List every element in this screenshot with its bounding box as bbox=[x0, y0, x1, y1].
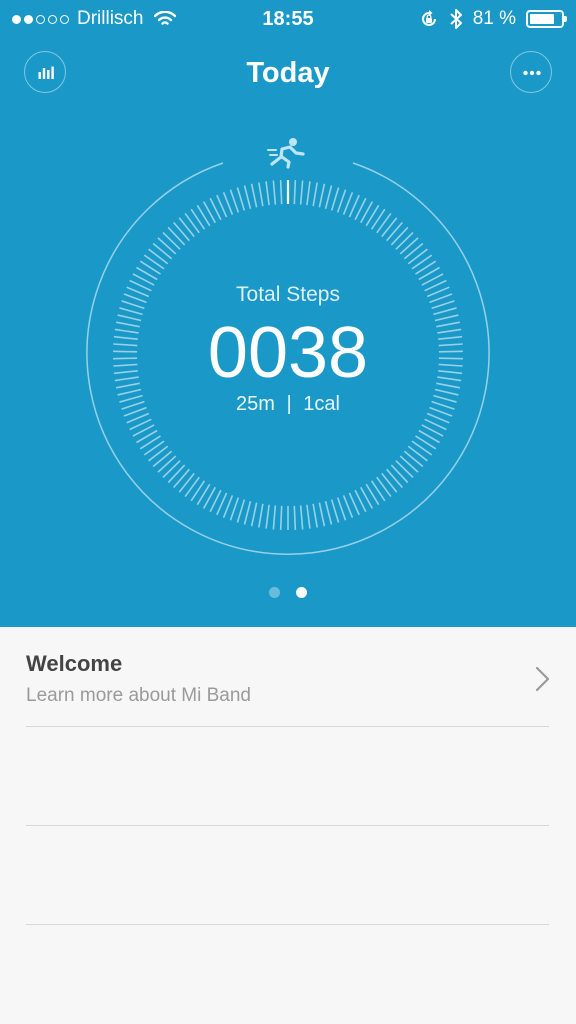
progress-tick bbox=[395, 460, 414, 479]
welcome-card[interactable]: Welcome Learn more about Mi Band bbox=[0, 627, 576, 727]
list-divider bbox=[26, 924, 549, 925]
progress-tick bbox=[318, 183, 326, 208]
progress-tick bbox=[299, 180, 304, 205]
card-title: Welcome bbox=[26, 651, 123, 676]
progress-tick bbox=[395, 231, 414, 250]
page-dot[interactable] bbox=[269, 587, 280, 598]
progress-tick bbox=[236, 499, 246, 523]
progress-tick bbox=[184, 476, 200, 498]
total-steps-label: Total Steps bbox=[236, 283, 340, 306]
page-dot[interactable] bbox=[296, 587, 307, 598]
progress-tick bbox=[399, 237, 419, 255]
progress-tick bbox=[250, 502, 258, 527]
progress-tick bbox=[279, 180, 283, 205]
progress-tick bbox=[152, 242, 173, 260]
progress-tick bbox=[272, 505, 277, 530]
progress-tick bbox=[265, 181, 270, 206]
progress-tick bbox=[229, 497, 240, 521]
progress-tick bbox=[173, 468, 190, 488]
list-divider bbox=[26, 825, 549, 826]
progress-tick bbox=[390, 226, 409, 246]
progress-tick bbox=[222, 191, 234, 215]
progress-tick bbox=[376, 212, 392, 234]
progress-tick bbox=[336, 497, 347, 521]
header-panel: Drillisch 18:55 81 % Today Total Steps 0… bbox=[0, 0, 576, 627]
progress-tick bbox=[381, 217, 398, 238]
progress-tick bbox=[143, 440, 165, 456]
progress-tick bbox=[184, 212, 200, 234]
progress-tick bbox=[250, 183, 258, 208]
progress-tick bbox=[272, 180, 277, 205]
progress-tick bbox=[324, 185, 333, 209]
progress-tick bbox=[407, 248, 428, 265]
progress-tick bbox=[330, 499, 340, 523]
progress-tick bbox=[399, 455, 419, 473]
progress-tick bbox=[330, 187, 340, 211]
progress-tick bbox=[312, 182, 318, 207]
progress-tick bbox=[318, 502, 326, 527]
progress-tick bbox=[336, 189, 347, 213]
progress-tick bbox=[178, 472, 195, 493]
calories-value: 1cal bbox=[303, 393, 340, 415]
progress-tick bbox=[403, 450, 424, 468]
progress-tick bbox=[157, 455, 177, 473]
card-subtitle: Learn more about Mi Band bbox=[26, 685, 251, 706]
steps-summary: 25m | 1cal bbox=[0, 393, 576, 416]
page-indicator[interactable] bbox=[0, 587, 576, 598]
progress-tick bbox=[173, 222, 190, 242]
progress-tick bbox=[258, 182, 264, 207]
progress-tick bbox=[167, 226, 186, 246]
progress-tick bbox=[376, 476, 392, 498]
progress-tick bbox=[178, 217, 195, 238]
progress-tick bbox=[293, 180, 297, 205]
progress-tick bbox=[306, 504, 311, 529]
progress-tick bbox=[162, 231, 181, 250]
progress-tick bbox=[148, 445, 169, 462]
progress-tick bbox=[143, 254, 165, 270]
progress-tick bbox=[222, 495, 234, 519]
progress-tick bbox=[152, 450, 173, 468]
progress-tick bbox=[403, 242, 424, 260]
progress-tick bbox=[390, 464, 409, 484]
running-icon bbox=[267, 138, 305, 169]
progress-tick bbox=[236, 187, 246, 211]
progress-tick bbox=[258, 503, 264, 528]
progress-tick bbox=[243, 185, 252, 209]
progress-tick bbox=[342, 191, 354, 215]
progress-tick bbox=[162, 460, 181, 479]
progress-tick bbox=[386, 468, 403, 488]
progress-tick bbox=[265, 504, 270, 529]
progress-tick bbox=[411, 254, 433, 270]
progress-tick bbox=[157, 237, 177, 255]
progress-tick bbox=[167, 464, 186, 484]
progress-tick bbox=[306, 181, 311, 206]
list-divider bbox=[26, 726, 549, 727]
distance-value: 25m bbox=[236, 393, 275, 415]
progress-tick bbox=[148, 248, 169, 265]
progress-tick bbox=[407, 445, 428, 462]
progress-tick bbox=[243, 501, 252, 525]
progress-tick bbox=[411, 440, 433, 456]
progress-tick bbox=[312, 503, 318, 528]
progress-tick bbox=[386, 222, 403, 242]
chevron-right-icon bbox=[535, 666, 550, 692]
steps-count: 0038 bbox=[207, 313, 369, 393]
progress-tick bbox=[293, 505, 297, 530]
summary-separator: | bbox=[286, 393, 292, 415]
progress-tick bbox=[381, 472, 398, 493]
progress-tick bbox=[324, 501, 333, 525]
progress-tick bbox=[279, 505, 283, 530]
progress-tick bbox=[342, 495, 354, 519]
progress-tick bbox=[299, 505, 304, 530]
progress-tick bbox=[229, 189, 240, 213]
